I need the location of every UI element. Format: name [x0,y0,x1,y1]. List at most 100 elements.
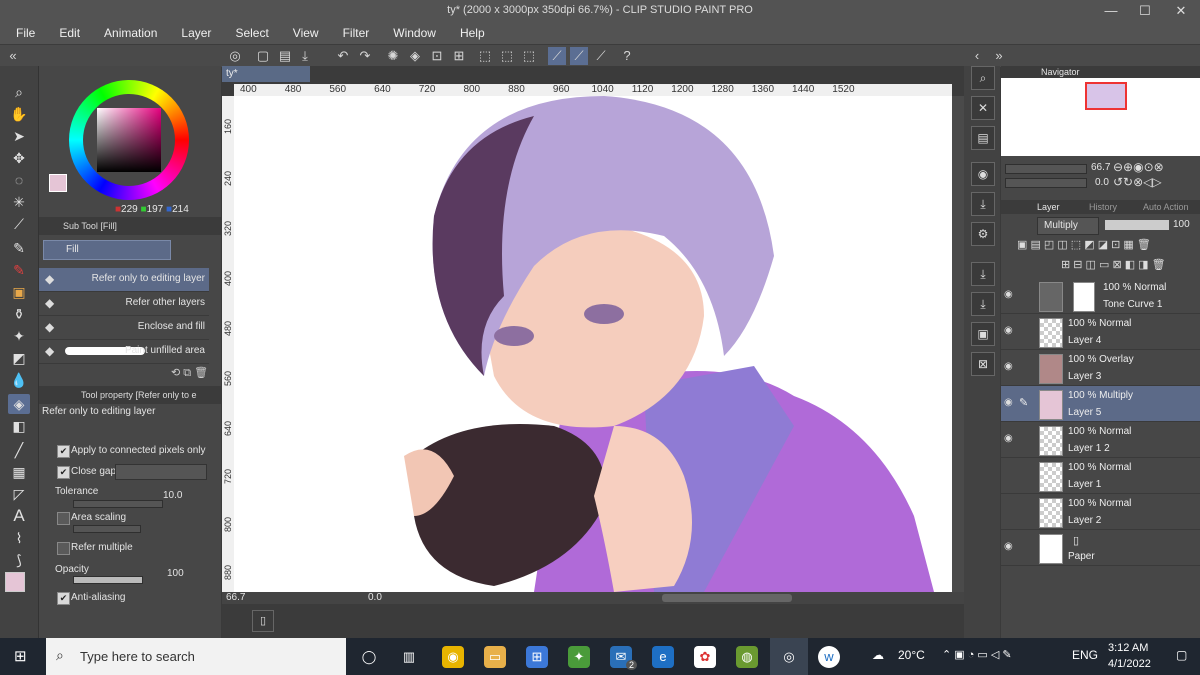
clip-studio-taskbar-icon[interactable]: ◎ [770,638,808,675]
notification-icon[interactable]: ▢ [1176,648,1187,662]
balloon-tool-icon[interactable]: ⌇ [8,528,30,548]
decoration-tool-icon[interactable]: ✦ [8,326,30,346]
layer-row[interactable]: ◉ 100 % Normal Layer 1 2 [1001,422,1200,458]
lasso-tool-icon[interactable]: ◌ [8,170,30,190]
tab-history[interactable]: History [1089,202,1117,212]
invert-selection-icon[interactable]: ⬚ [498,47,516,65]
pen-tool-icon[interactable]: ✎ [8,238,30,258]
tray-icons[interactable]: ⌃ ▣ ◔ ▭ ◁ ✎ [942,648,1012,661]
camera-icon[interactable]: ◉ [971,162,995,186]
menu-animation[interactable]: Animation [92,24,169,42]
blend-tool-icon[interactable]: 💧 [8,370,30,390]
eye-icon[interactable] [1004,469,1016,479]
text-tool-icon[interactable]: A [8,506,30,526]
refer-multiple-checkbox[interactable] [57,542,70,555]
figure-tool-icon[interactable]: ╱ [8,440,30,460]
maximize-button[interactable]: ☐ [1128,2,1162,20]
frame-tool-icon[interactable]: ▦ [8,462,30,482]
navigator-angle[interactable]: 0.0 [1095,177,1109,188]
snap-grid-icon[interactable]: ⟋ [570,47,588,65]
timeline-icon[interactable]: ▯ [252,610,274,632]
store-icon[interactable]: ⊞ [526,646,548,668]
frame-icon[interactable]: ⊠ [971,352,995,376]
snap-special-icon[interactable]: ⟋ [592,47,610,65]
menu-window[interactable]: Window [381,24,448,42]
deselect-icon[interactable]: ⬚ [476,47,494,65]
menu-filter[interactable]: Filter [331,24,382,42]
area-scaling-slider[interactable] [73,525,141,533]
layer-row[interactable]: ◉ ▯ Paper [1001,530,1200,566]
pencil-tool-icon[interactable]: ✎ [8,260,30,280]
vertical-scrollbar[interactable] [952,96,964,592]
loading-icon[interactable]: ✺ [384,47,402,65]
redo-icon[interactable]: ↷ [356,47,374,65]
subtool-group-fill[interactable]: Fill [43,240,171,260]
undo-icon[interactable]: ↶ [334,47,352,65]
collapse-right-icon[interactable]: ‹ [968,47,986,65]
layer-opacity-slider[interactable] [1105,220,1169,230]
app-w-icon[interactable]: w [818,646,840,668]
menu-help[interactable]: Help [448,24,497,42]
main-color-chip[interactable] [49,174,67,192]
layer-row[interactable]: ◉ 100 % Normal Layer 4 [1001,314,1200,350]
close-gap-level-selector[interactable] [115,464,207,480]
taskbar-search[interactable]: ⌕ Type here to search [46,638,346,675]
tolerance-value[interactable]: 10.0 [163,490,182,501]
minimize-button[interactable]: — [1094,2,1128,20]
layer-opacity-value[interactable]: 100 [1173,219,1190,230]
rotation-readout[interactable]: 0.0 [368,592,382,603]
move-layer-tool-icon[interactable]: ✥ [8,148,30,168]
fill-icon[interactable]: ◈ [406,47,424,65]
navigator-preview[interactable] [1001,78,1200,156]
area-scaling-checkbox[interactable] [57,512,70,525]
magic-wand-tool-icon[interactable]: ✳ [8,192,30,212]
eye-icon[interactable]: ◉ [1004,289,1016,300]
operation-tool-icon[interactable]: ➤ [8,126,30,146]
edge-icon[interactable]: e [652,646,674,668]
tolerance-slider[interactable] [73,500,163,508]
photos-icon[interactable]: ✿ [694,646,716,668]
language-indicator[interactable]: ENG [1072,648,1098,662]
game-icon[interactable]: ◍ [736,646,758,668]
collapse-left-icon[interactable]: « [4,47,22,65]
zoom-tool-icon[interactable]: ⌕ [8,82,30,102]
app-icon[interactable]: ✦ [568,646,590,668]
layer-row[interactable]: ◉ 100 % Overlay Layer 3 [1001,350,1200,386]
download-icon[interactable]: ⤓ [971,262,995,286]
ruler-tool-icon[interactable]: ◸ [8,484,30,504]
close-gap-row[interactable]: ✔ Close gap [39,462,209,482]
rotate-buttons-icon[interactable]: ↺↻⊗◁▷ [1113,175,1162,189]
expand-right-icon[interactable]: » [990,47,1008,65]
open-folder-icon[interactable]: ▤ [276,47,294,65]
clock-time[interactable]: 3:12 AM [1108,642,1148,654]
import-icon[interactable]: ⤓ [971,292,995,316]
export-icon[interactable]: ⤓ [971,192,995,216]
subtool-enclose-fill[interactable]: ◆ Enclose and fill [39,316,209,340]
layer-row[interactable]: 100 % Normal Layer 1 [1001,458,1200,494]
fill-tool-icon[interactable]: ◈ [8,394,30,414]
zoom-buttons-icon[interactable]: ⊖⊕◉⊙⊗ [1113,160,1164,174]
subtool-paint-unfilled[interactable]: ◆ Paint unfilled area [39,340,209,364]
save-icon[interactable]: ⤓ [296,47,314,65]
tab-layer[interactable]: Layer [1037,202,1060,212]
menu-file[interactable]: File [4,24,47,42]
clip-studio-icon[interactable]: ◎ [226,47,244,65]
layer-row[interactable]: ◉ 100 % Normal Tone Curve 1 [1001,278,1200,314]
eye-icon[interactable]: ◉ [1004,541,1016,552]
airbrush-tool-icon[interactable]: ⚱ [8,304,30,324]
transform-icon[interactable]: ⊡ [428,47,446,65]
apply-connected-row[interactable]: ✔ Apply to connected pixels only [39,442,209,462]
subtool-refer-editing[interactable]: ◆ Refer only to editing layer [39,268,209,292]
close-panel-icon[interactable]: ✕ [971,96,995,120]
opacity-value[interactable]: 100 [167,568,184,579]
layer-property-icon[interactable]: ▤ [971,126,995,150]
close-button[interactable]: ✕ [1164,2,1198,20]
eye-icon[interactable]: ◉ [1004,325,1016,336]
saturation-value-square[interactable] [97,108,161,172]
apply-connected-checkbox[interactable]: ✔ [57,445,70,458]
hand-tool-icon[interactable]: ✋ [8,104,30,124]
menu-edit[interactable]: Edit [47,24,92,42]
subtool-action-icons[interactable]: ⟲ ⧉ 🗑 [171,366,208,380]
task-switch-icon[interactable]: ▥ [398,646,420,668]
menu-layer[interactable]: Layer [169,24,223,42]
